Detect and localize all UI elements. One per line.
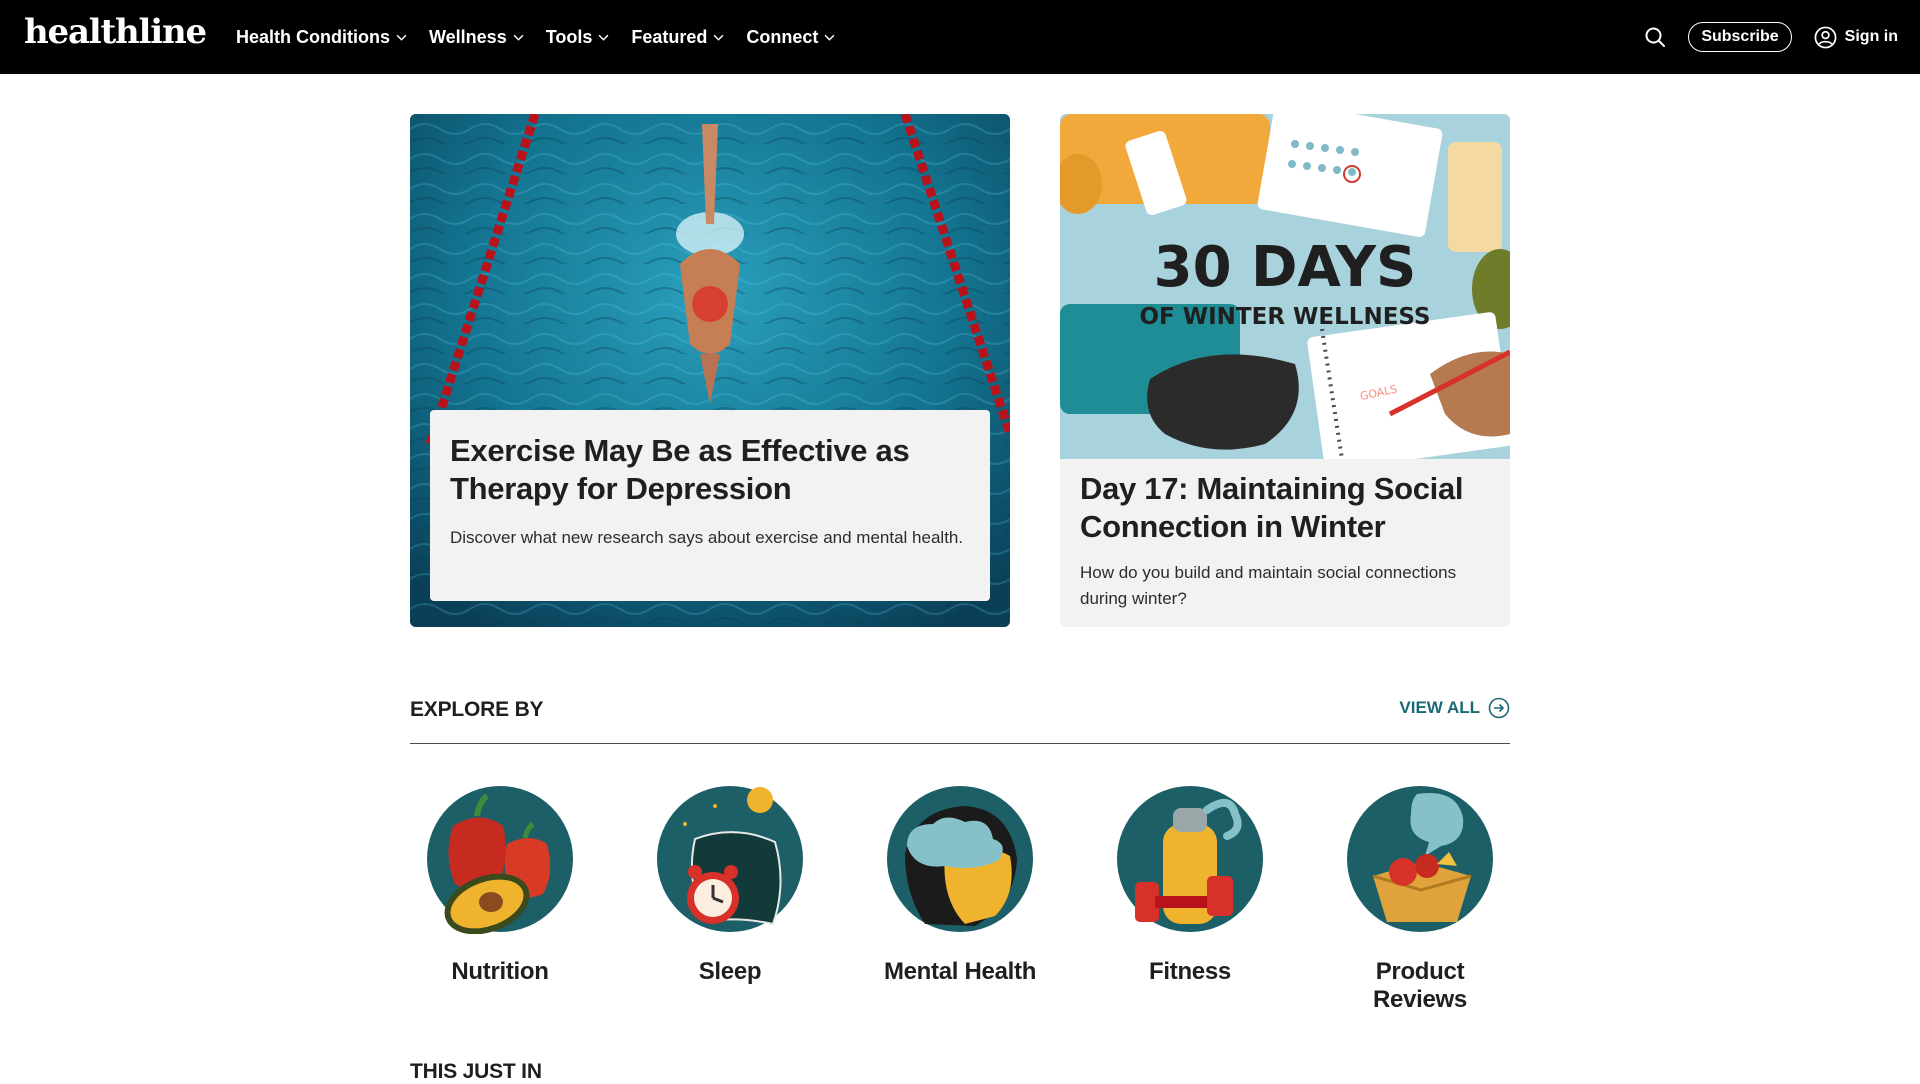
winter-image-subtitle: OF WINTER WELLNESS <box>1139 304 1430 330</box>
explore-topics: Nutrition Sleep Mental Health Fitness Pr… <box>410 784 1510 1013</box>
chevron-down-icon <box>825 34 835 41</box>
sleep-icon <box>657 786 803 932</box>
featured-article-dek: Discover what new research says about ex… <box>450 528 964 547</box>
healthline-logo[interactable]: healthline <box>24 12 207 52</box>
search-button[interactable] <box>1642 24 1668 50</box>
user-icon <box>1814 26 1837 48</box>
featured-article-title[interactable]: Exercise May Be as Effective as Therapy … <box>450 432 970 508</box>
topic-nutrition[interactable]: Nutrition <box>410 784 590 986</box>
nav-tools[interactable]: Tools <box>546 27 610 48</box>
explore-by-header: EXPLORE BY VIEW ALL <box>410 688 1510 744</box>
header-actions: Subscribe Sign in <box>1642 0 1898 74</box>
chevron-down-icon <box>714 34 724 41</box>
nav-wellness[interactable]: Wellness <box>429 27 524 48</box>
topic-sleep[interactable]: Sleep <box>640 784 820 986</box>
topic-label: Nutrition <box>451 958 549 985</box>
arrow-circle-right-icon <box>1488 697 1510 719</box>
nav-label: Connect <box>746 26 819 47</box>
product-reviews-icon <box>1347 786 1493 932</box>
this-just-in-title: THIS JUST IN <box>410 1060 542 1083</box>
subscribe-button[interactable]: Subscribe <box>1688 22 1792 52</box>
winter-article-title[interactable]: Day 17: Maintaining Social Connection in… <box>1080 470 1490 546</box>
nav-featured[interactable]: Featured <box>631 27 724 48</box>
topic-label: Sleep <box>698 958 762 985</box>
view-all-label: VIEW ALL <box>1399 698 1480 717</box>
featured-article-card[interactable]: Exercise May Be as Effective as Therapy … <box>410 114 1010 627</box>
chevron-down-icon <box>396 34 407 41</box>
fitness-icon <box>1117 786 1263 932</box>
main-nav: Health Conditions Wellness Tools Feature… <box>236 0 835 74</box>
sign-in-label: Sign in <box>1844 28 1898 45</box>
winter-wellness-image: GOALS 30 DAYS OF WINTER WELLNESS <box>1060 114 1510 459</box>
winter-image-title: 30 DAYS <box>1154 235 1417 300</box>
topic-label: Product Reviews <box>1373 958 1467 1013</box>
topic-label: Mental Health <box>883 958 1037 985</box>
chevron-down-icon <box>598 34 609 41</box>
chevron-down-icon <box>513 34 524 41</box>
topic-label: Fitness <box>1149 958 1231 985</box>
nav-label: Wellness <box>429 26 507 47</box>
nav-label: Health Conditions <box>236 26 390 47</box>
winter-article-text: Day 17: Maintaining Social Connection in… <box>1080 470 1490 612</box>
nutrition-icon <box>427 786 573 934</box>
site-header: healthline Health Conditions Wellness To… <box>0 0 1920 74</box>
topic-mental-health[interactable]: Mental Health <box>870 784 1050 986</box>
mental-health-icon <box>887 786 1033 932</box>
nav-connect[interactable]: Connect <box>746 27 835 48</box>
nav-health-conditions[interactable]: Health Conditions <box>236 27 407 48</box>
view-all-link[interactable]: VIEW ALL <box>1399 697 1510 719</box>
featured-article-panel: Exercise May Be as Effective as Therapy … <box>430 410 990 601</box>
sign-in-button[interactable]: Sign in <box>1814 26 1898 49</box>
nav-label: Featured <box>631 26 708 47</box>
topic-fitness[interactable]: Fitness <box>1100 784 1280 986</box>
explore-by-title: EXPLORE BY <box>410 698 544 721</box>
winter-article-dek: How do you build and maintain social con… <box>1080 563 1457 608</box>
nav-label: Tools <box>545 26 593 47</box>
search-icon <box>1645 27 1666 47</box>
topic-product-reviews[interactable]: Product Reviews <box>1330 784 1510 1014</box>
winter-wellness-card[interactable]: GOALS 30 DAYS OF WINTER WELLNESS Day 17:… <box>1060 114 1510 627</box>
